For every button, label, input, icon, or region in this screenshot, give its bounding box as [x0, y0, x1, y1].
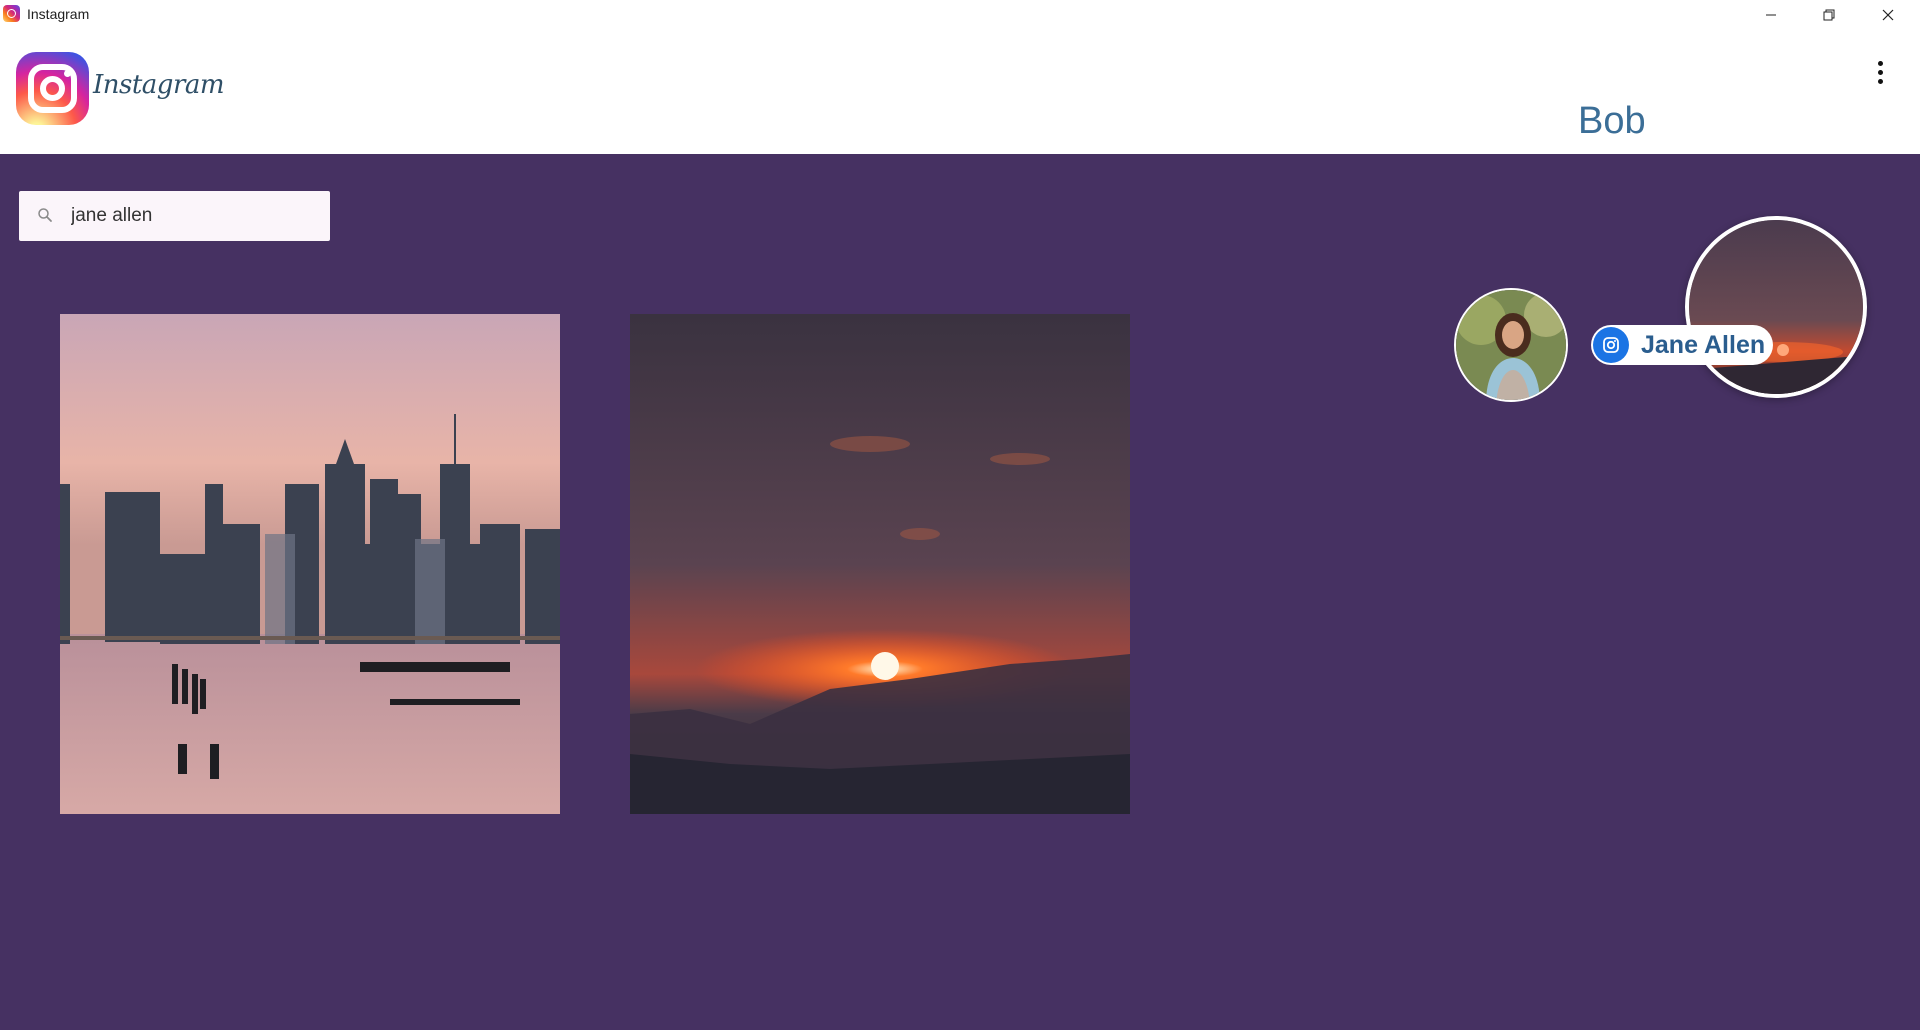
window-titlebar: Instagram	[0, 0, 1920, 30]
close-button[interactable]	[1859, 0, 1917, 30]
profile-picture-image	[1689, 220, 1863, 394]
window-title: Instagram	[27, 6, 90, 22]
more-options-icon	[1877, 60, 1883, 66]
search-input[interactable]	[71, 191, 321, 241]
minimize-icon	[1766, 14, 1776, 16]
search-result-name: Jane Allen	[1641, 331, 1766, 359]
restore-icon	[1823, 9, 1835, 21]
app-header: Instagram Bob	[0, 30, 1920, 154]
instagram-app-icon	[3, 5, 20, 22]
sunset-image	[630, 314, 1130, 814]
instagram-logo-icon[interactable]	[16, 52, 89, 125]
search-result-avatar[interactable]	[1454, 288, 1568, 402]
post-image-sunset[interactable]	[630, 314, 1130, 814]
search-result-name-chip[interactable]: Jane Allen	[1591, 325, 1773, 365]
logo-wordmark: Instagram	[93, 70, 225, 100]
restore-button[interactable]	[1800, 0, 1858, 30]
search-box[interactable]	[19, 191, 330, 241]
instagram-icon	[1593, 327, 1629, 363]
current-username: Bob	[1578, 100, 1646, 142]
post-image-city-skyline[interactable]	[60, 314, 560, 814]
minimize-button[interactable]	[1742, 0, 1800, 30]
user-profile-picture[interactable]	[1685, 216, 1867, 398]
city-skyline-image	[60, 314, 560, 814]
more-options-button[interactable]	[1870, 52, 1890, 92]
search-icon	[38, 208, 52, 222]
jane-allen-photo	[1456, 290, 1566, 400]
close-icon	[1882, 9, 1894, 21]
main-content: Jane Allen	[0, 154, 1920, 1030]
